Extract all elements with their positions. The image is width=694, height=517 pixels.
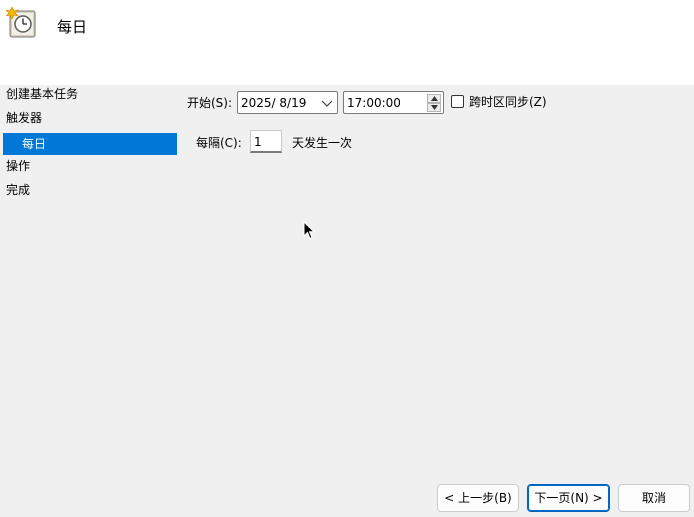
- wizard-header: 每日: [0, 0, 694, 85]
- nav-item-trigger[interactable]: 触发器: [6, 110, 42, 126]
- nav-item-action[interactable]: 操作: [6, 158, 30, 174]
- nav-item-create-basic-task[interactable]: 创建基本任务: [6, 86, 78, 102]
- spin-down-icon[interactable]: [427, 103, 441, 112]
- recur-days-value: 1: [254, 135, 262, 149]
- sync-timezone-label[interactable]: 跨时区同步(Z): [469, 94, 547, 110]
- sync-timezone-checkbox[interactable]: [451, 95, 464, 108]
- recur-label: 每隔(C):: [196, 136, 242, 150]
- start-time-input[interactable]: 17:00:00: [343, 91, 444, 114]
- next-button[interactable]: 下一页(N) >: [527, 484, 610, 512]
- recur-days-input[interactable]: 1: [250, 130, 282, 153]
- recur-suffix-label: 天发生一次: [292, 136, 353, 150]
- task-scheduler-clock-icon: [5, 6, 38, 39]
- nav-item-finish[interactable]: 完成: [6, 182, 30, 198]
- start-label: 开始(S):: [187, 96, 233, 110]
- start-date-picker[interactable]: 2025/ 8/19: [237, 91, 338, 114]
- mouse-pointer-icon: [303, 220, 316, 240]
- start-time-value: 17:00:00: [347, 96, 401, 110]
- chevron-down-icon[interactable]: [321, 96, 333, 110]
- page-title: 每日: [57, 18, 88, 36]
- start-date-value: 2025/ 8/19: [241, 96, 307, 110]
- spin-up-icon[interactable]: [427, 94, 441, 103]
- back-button[interactable]: < 上一步(B): [437, 484, 519, 512]
- nav-item-daily[interactable]: 每日: [3, 133, 177, 155]
- cancel-button[interactable]: 取消: [618, 484, 690, 512]
